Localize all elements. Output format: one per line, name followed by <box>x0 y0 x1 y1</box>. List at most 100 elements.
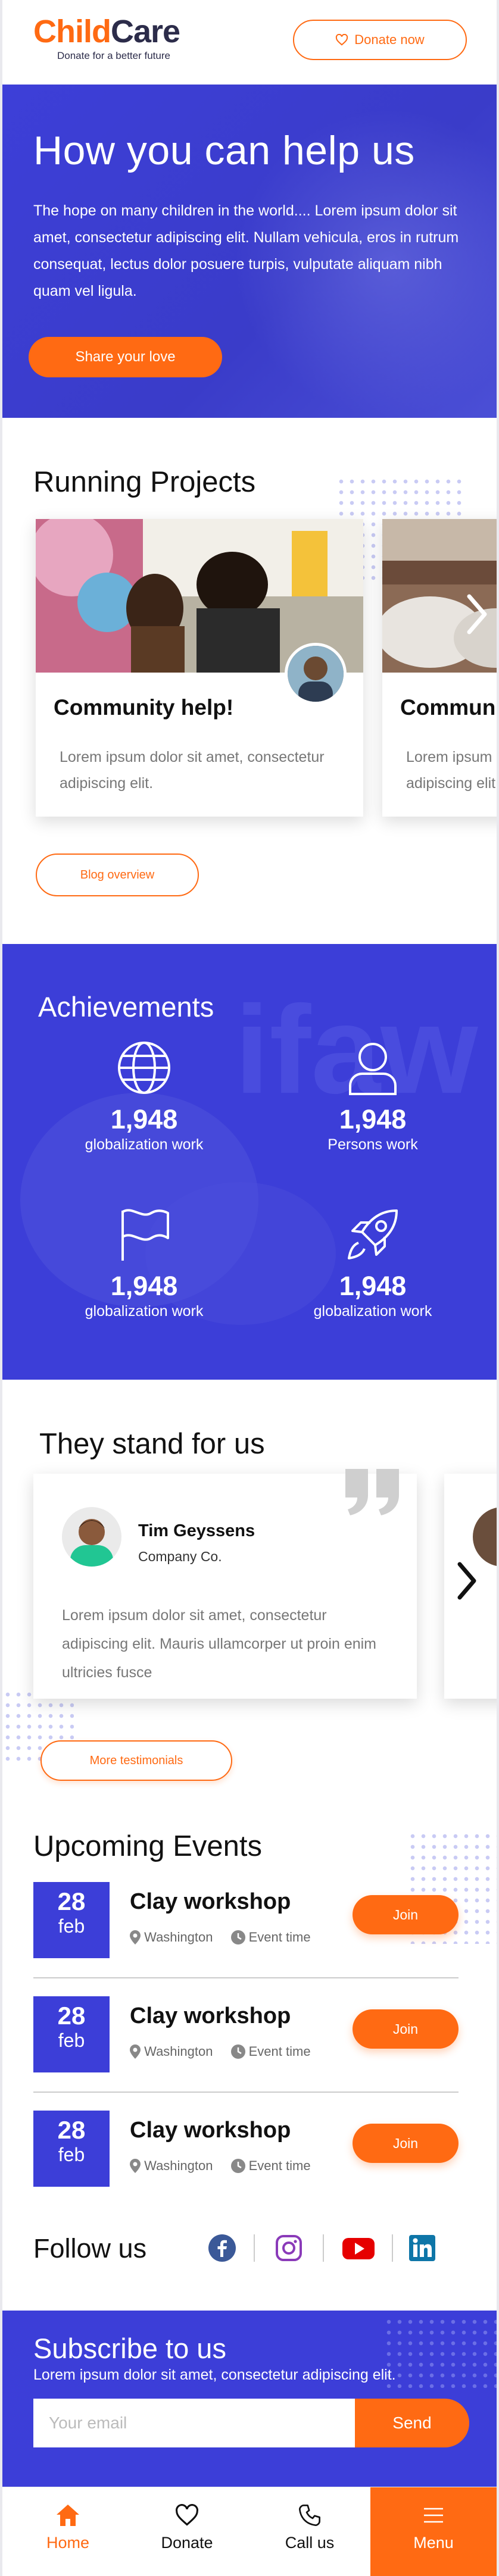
nav-menu[interactable]: Menu <box>370 2487 497 2576</box>
nav-home[interactable]: Home <box>10 2487 126 2576</box>
menu-icon <box>424 2508 443 2523</box>
project-title: Community help! <box>400 695 497 720</box>
nav-donate-label: Donate <box>161 2534 213 2552</box>
nav-home-label: Home <box>46 2534 90 2552</box>
join-button[interactable]: Join <box>353 2009 459 2049</box>
person-icon <box>349 1043 397 1095</box>
achievement-item: 1,948 globalization work <box>49 1039 239 1153</box>
heart-icon <box>176 2504 198 2526</box>
achievement-label: globalization work <box>85 1136 204 1153</box>
event-row: 28 feb Clay workshop Washington Event ti… <box>33 1882 459 1978</box>
donate-now-button[interactable]: Donate now <box>293 20 467 60</box>
projects-section: Running Projects Community help! Lorem i… <box>2 418 497 944</box>
divider <box>323 2234 324 2262</box>
youtube-icon[interactable] <box>342 2234 375 2262</box>
page: ChildCare Donate for a better future Don… <box>2 0 497 2576</box>
logo-text: ChildCare <box>33 15 180 48</box>
carousel-next-icon[interactable] <box>455 1557 479 1605</box>
achievements-section: ifaw Achievements 1,948 globalization wo… <box>2 944 497 1380</box>
achievement-value: 1,948 <box>339 1271 407 1301</box>
testimonials-title: They stand for us <box>39 1428 265 1460</box>
achievement-label: globalization work <box>313 1303 432 1320</box>
event-date: 28 feb <box>33 2111 110 2187</box>
subscribe-title: Subscribe to us <box>33 2333 226 2364</box>
more-testimonials-button[interactable]: More testimonials <box>40 1740 232 1781</box>
divider <box>392 2234 393 2262</box>
achievement-value: 1,948 <box>110 1271 178 1301</box>
share-your-love-button[interactable]: Share your love <box>29 337 222 377</box>
blog-overview-button[interactable]: Blog overview <box>36 854 199 896</box>
phone-icon <box>299 2505 320 2526</box>
event-time: Event time <box>248 2044 311 2059</box>
testimonial-quote: Lorem ipsum dolor sit amet, consectetur … <box>62 1607 377 1681</box>
subscribe-text: Lorem ipsum dolor sit amet, consectetur … <box>33 2366 396 2383</box>
follow-section: Follow us <box>2 2225 497 2311</box>
divider <box>254 2234 255 2262</box>
event-location: Washington <box>144 2044 213 2059</box>
logo[interactable]: ChildCare Donate for a better future <box>33 15 180 62</box>
header: ChildCare Donate for a better future Don… <box>2 0 497 85</box>
facebook-icon[interactable] <box>208 2234 236 2262</box>
follow-title: Follow us <box>33 2233 147 2264</box>
nav-call-label: Call us <box>285 2534 335 2552</box>
achievement-label: globalization work <box>85 1303 204 1320</box>
event-month: feb <box>58 1915 85 1937</box>
carousel-next-icon[interactable] <box>464 590 489 638</box>
globe-icon <box>118 1042 170 1094</box>
event-location: Washington <box>144 2158 213 2173</box>
rocket-icon <box>348 1209 398 1259</box>
project-avatar <box>285 643 347 705</box>
event-date: 28 feb <box>33 1882 110 1958</box>
event-month: feb <box>58 2030 85 2051</box>
testimonial-card: Tim Geyssens Company Co. Lorem ipsum dol… <box>33 1469 417 1699</box>
event-title: Clay workshop <box>130 2118 291 2143</box>
achievement-value: 1,948 <box>339 1104 407 1134</box>
achievement-value: 1,948 <box>110 1104 178 1134</box>
testimonials-section: They stand for us Tim Geyssens Company C… <box>2 1380 497 1808</box>
event-month: feb <box>58 2144 85 2165</box>
project-description: Lorem ipsum dolor sit amet, consectetur … <box>60 749 325 792</box>
divider <box>33 1977 459 1978</box>
send-button[interactable]: Send <box>355 2399 469 2447</box>
project-title: Community help! <box>54 695 234 720</box>
linkedin-icon[interactable] <box>408 2234 436 2262</box>
testimonial-company: Company Co. <box>138 1549 222 1564</box>
logo-tagline: Donate for a better future <box>57 50 170 61</box>
nav-call[interactable]: Call us <box>251 2487 368 2576</box>
bottom-nav: Home Donate Call us Menu <box>2 2487 497 2576</box>
events-title: Upcoming Events <box>33 1830 263 1862</box>
email-field[interactable] <box>33 2399 355 2447</box>
clock-icon <box>230 2159 245 2173</box>
event-time: Event time <box>248 2158 311 2173</box>
achievement-item: 1,948 Persons work <box>277 1039 468 1153</box>
event-meta: Washington Event time <box>130 1930 311 1945</box>
heart-icon <box>336 34 348 46</box>
testimonial-name: Tim Geyssens <box>138 1521 255 1540</box>
clock-icon <box>230 2044 245 2059</box>
logo-part-care: Care <box>110 14 180 49</box>
join-button[interactable]: Join <box>353 1895 459 1934</box>
join-button[interactable]: Join <box>353 2124 459 2163</box>
event-day: 28 <box>57 2116 86 2144</box>
event-title: Clay workshop <box>130 2003 291 2028</box>
achievements-title: Achievements <box>38 991 214 1023</box>
flag-icon <box>121 1209 169 1261</box>
event-time: Event time <box>248 1930 311 1944</box>
event-meta: Washington Event time <box>130 2044 311 2059</box>
location-pin-icon <box>130 2044 141 2059</box>
quote-icon <box>345 1469 399 1515</box>
project-card[interactable]: Community help! Lorem ipsum dolor sit am… <box>382 519 497 817</box>
home-icon <box>57 2505 79 2526</box>
achievement-item: 1,948 globalization work <box>49 1206 239 1320</box>
hero-section: How you can help us The hope on many chi… <box>2 85 497 418</box>
instagram-icon[interactable] <box>275 2234 302 2262</box>
project-card[interactable]: Community help! Lorem ipsum dolor sit am… <box>36 519 363 817</box>
event-day: 28 <box>57 2002 86 2030</box>
hero-title: How you can help us <box>33 128 415 173</box>
logo-part-child: Child <box>33 14 111 49</box>
event-meta: Washington Event time <box>130 2158 311 2174</box>
donate-now-label: Donate now <box>354 32 425 47</box>
location-pin-icon <box>130 1930 141 1944</box>
nav-menu-label: Menu <box>413 2534 454 2552</box>
nav-donate[interactable]: Donate <box>129 2487 245 2576</box>
